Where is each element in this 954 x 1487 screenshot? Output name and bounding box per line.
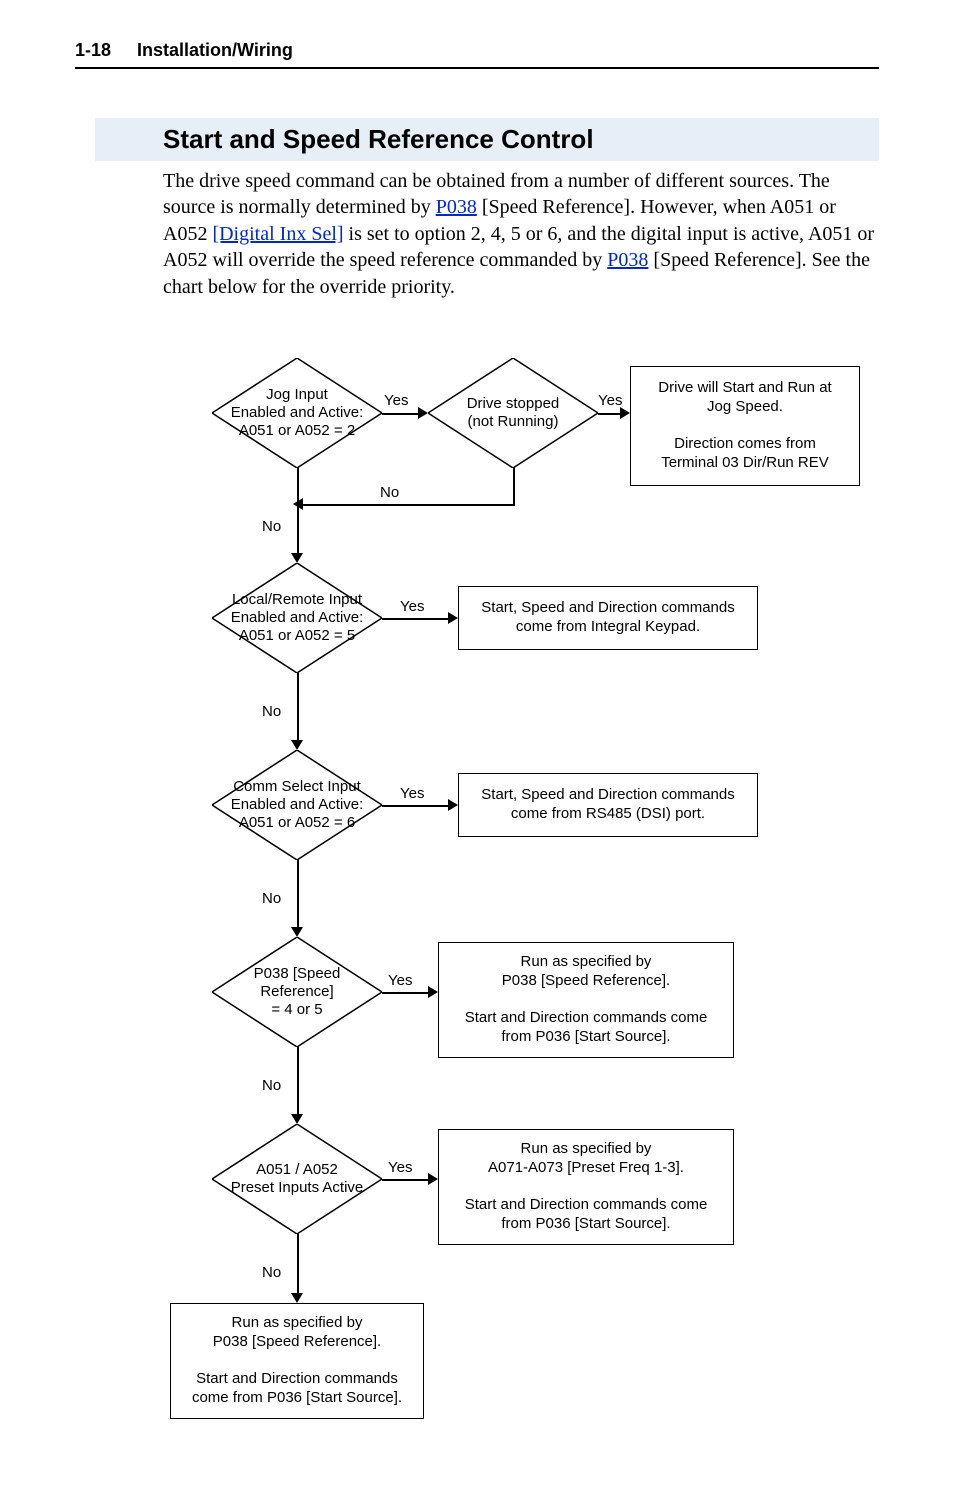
decision-local-remote: Local/Remote Input Enabled and Active: A… bbox=[212, 563, 382, 673]
box-text: Run as specified by P038 [Speed Referenc… bbox=[465, 953, 708, 1047]
result-preset-freq: Run as specified by A071-A073 [Preset Fr… bbox=[438, 1129, 734, 1245]
decision-label: Jog Input Enabled and Active: A051 or A0… bbox=[213, 380, 382, 446]
result-p038: Run as specified by P038 [Speed Referenc… bbox=[438, 942, 734, 1058]
result-rs485: Start, Speed and Direction commands come… bbox=[458, 773, 758, 837]
yes-label: Yes bbox=[400, 785, 424, 802]
yes-label: Yes bbox=[598, 392, 622, 409]
page-header: 1-18 Installation/Wiring bbox=[75, 40, 879, 69]
decision-comm-select: Comm Select Input Enabled and Active: A0… bbox=[212, 750, 382, 860]
box-text: Start, Speed and Direction commands come… bbox=[481, 599, 734, 637]
decision-label: P038 [Speed Reference] = 4 or 5 bbox=[212, 959, 382, 1025]
flowchart: Jog Input Enabled and Active: A051 or A0… bbox=[0, 358, 954, 1468]
link-p038-1[interactable]: P038 bbox=[436, 196, 477, 218]
body-paragraph: The drive speed command can be obtained … bbox=[163, 168, 879, 300]
box-text: Drive will Start and Run at Jog Speed. D… bbox=[658, 379, 831, 473]
decision-drive-stopped: Drive stopped (not Running) bbox=[428, 358, 598, 468]
no-label: No bbox=[262, 1077, 281, 1094]
box-text: Start, Speed and Direction commands come… bbox=[481, 786, 734, 824]
result-jog-speed: Drive will Start and Run at Jog Speed. D… bbox=[630, 366, 860, 486]
decision-label: A051 / A052 Preset Inputs Active bbox=[213, 1155, 382, 1203]
box-text: Run as specified by A071-A073 [Preset Fr… bbox=[465, 1140, 708, 1234]
no-label: No bbox=[380, 484, 399, 501]
yes-label: Yes bbox=[388, 972, 412, 989]
link-digital-inx[interactable]: [Digital Inx Sel] bbox=[212, 223, 343, 245]
page-number: 1-18 bbox=[75, 40, 111, 61]
no-label: No bbox=[262, 703, 281, 720]
decision-jog-input: Jog Input Enabled and Active: A051 or A0… bbox=[212, 358, 382, 468]
decision-label: Local/Remote Input Enabled and Active: A… bbox=[213, 585, 382, 651]
yes-label: Yes bbox=[400, 598, 424, 615]
decision-preset-inputs: A051 / A052 Preset Inputs Active bbox=[212, 1124, 382, 1234]
yes-label: Yes bbox=[388, 1159, 412, 1176]
decision-p038-speedref: P038 [Speed Reference] = 4 or 5 bbox=[212, 937, 382, 1047]
result-keypad: Start, Speed and Direction commands come… bbox=[458, 586, 758, 650]
box-text: Run as specified by P038 [Speed Referenc… bbox=[192, 1314, 402, 1408]
yes-label: Yes bbox=[384, 392, 408, 409]
decision-label: Comm Select Input Enabled and Active: A0… bbox=[213, 772, 382, 838]
decision-label: Drive stopped (not Running) bbox=[449, 389, 578, 437]
heading: Start and Speed Reference Control bbox=[95, 118, 879, 161]
link-p038-2[interactable]: P038 bbox=[607, 249, 648, 271]
no-label: No bbox=[262, 890, 281, 907]
result-default: Run as specified by P038 [Speed Referenc… bbox=[170, 1303, 424, 1419]
no-label: No bbox=[262, 518, 281, 535]
no-label: No bbox=[262, 1264, 281, 1281]
section-title: Installation/Wiring bbox=[137, 40, 293, 61]
